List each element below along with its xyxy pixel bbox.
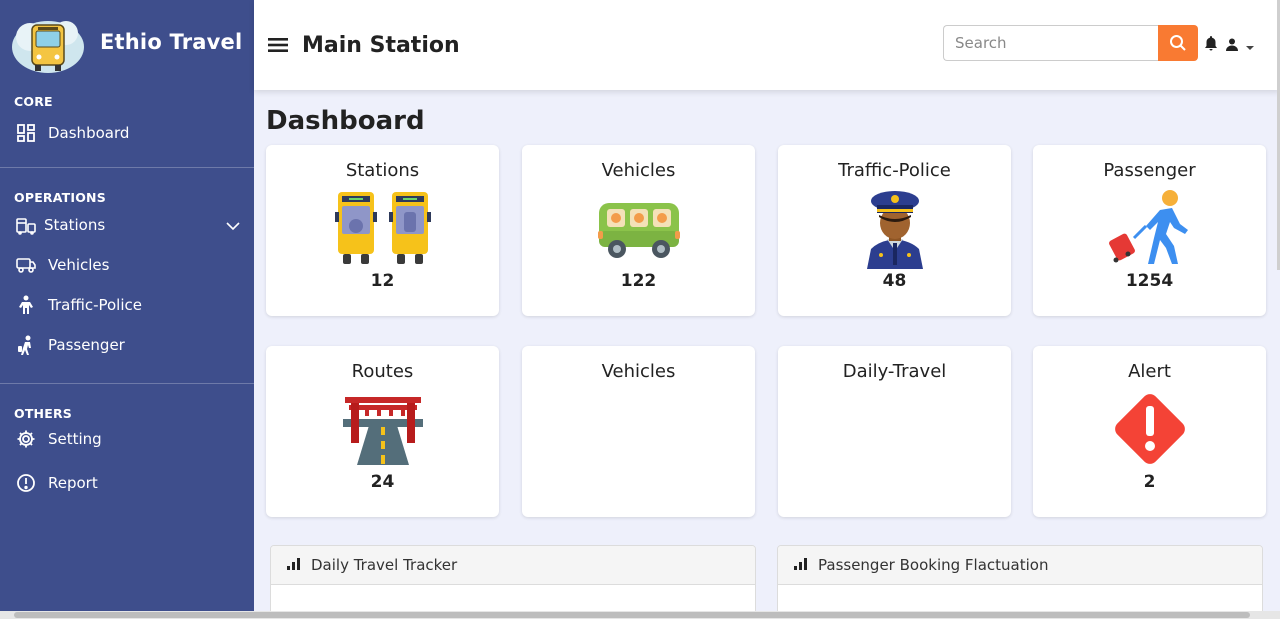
sidebar-item-label: Traffic-Police <box>48 296 142 314</box>
chevron-down-icon[interactable] <box>226 217 240 235</box>
card-title: Routes <box>351 361 414 382</box>
sidebar-item-label: Report <box>48 474 98 492</box>
police-icon <box>14 293 38 317</box>
sidebar-item-report[interactable]: Report <box>0 463 254 503</box>
card-title: Traffic-Police <box>838 160 951 181</box>
daily-travel-tracker-panel: Daily Travel Tracker <box>270 545 756 615</box>
bar-chart-icon <box>287 556 301 574</box>
brand[interactable]: Ethio Travel <box>0 0 254 84</box>
card-title: Passenger <box>1103 160 1196 181</box>
dashboard-icon <box>14 121 38 145</box>
sidebar-item-label: Setting <box>48 430 102 448</box>
card-value: 24 <box>370 472 395 492</box>
bar-chart-icon <box>794 556 808 574</box>
sidebar-item-vehicles[interactable]: Vehicles <box>0 245 254 285</box>
hamburger-menu-icon[interactable] <box>266 33 290 57</box>
info-icon <box>14 471 38 495</box>
card-title: Alert <box>1128 361 1171 382</box>
user-icon[interactable] <box>1226 36 1238 55</box>
scrollbar-thumb[interactable] <box>14 612 1250 618</box>
sidebar-item-traffic-police[interactable]: Traffic-Police <box>0 285 254 325</box>
card-title: Daily-Travel <box>842 361 947 382</box>
search-bar <box>943 25 1198 61</box>
search-button[interactable] <box>1158 25 1198 61</box>
horizontal-scrollbar[interactable] <box>0 611 1280 619</box>
stat-card-traffic-police[interactable]: Traffic-Police 48 <box>778 145 1011 316</box>
stat-card-passenger[interactable]: Passenger 1254 <box>1033 145 1266 316</box>
card-value: 48 <box>882 271 907 291</box>
sidebar-item-label: Dashboard <box>48 124 130 142</box>
traveler-icon <box>1033 187 1266 269</box>
topbar-icons <box>1204 35 1254 55</box>
stat-card-routes[interactable]: Routes 24 <box>266 346 499 517</box>
sidebar-item-label: Stations <box>44 216 106 234</box>
card-title: Vehicles <box>601 160 676 181</box>
divider <box>0 167 254 168</box>
page-title: Main Station <box>302 32 460 58</box>
section-heading-operations: OPERATIONS <box>14 190 106 205</box>
sidebar-item-label: Vehicles <box>48 256 110 274</box>
station-icon <box>14 213 38 237</box>
card-value: 12 <box>370 271 395 291</box>
brand-title: Ethio Travel <box>100 30 243 54</box>
stat-card-vehicles-2[interactable]: Vehicles <box>522 346 755 517</box>
panel-header: Passenger Booking Flactuation <box>778 546 1262 585</box>
card-value: 122 <box>620 271 657 291</box>
search-icon <box>1170 35 1186 51</box>
card-value: 2 <box>1143 472 1156 492</box>
stat-card-alert[interactable]: Alert 2 <box>1033 346 1266 517</box>
sidebar-item-setting[interactable]: Setting <box>0 419 254 459</box>
topbar: Main Station <box>254 0 1280 90</box>
divider <box>0 383 254 384</box>
search-input[interactable] <box>943 25 1158 61</box>
police-officer-icon <box>778 187 1011 269</box>
bus-logo-icon <box>8 7 88 77</box>
card-title: Vehicles <box>601 361 676 382</box>
gear-icon <box>14 427 38 451</box>
alert-icon <box>1033 388 1266 470</box>
passenger-icon <box>14 333 38 357</box>
stat-card-vehicles[interactable]: Vehicles 122 <box>522 145 755 316</box>
panel-title: Passenger Booking Flactuation <box>818 556 1049 574</box>
bus-station-icon <box>266 187 499 269</box>
stat-card-daily-travel[interactable]: Daily-Travel <box>778 346 1011 517</box>
passenger-booking-panel: Passenger Booking Flactuation <box>777 545 1263 615</box>
sidebar-item-stations[interactable]: Stations <box>0 205 254 245</box>
section-heading-core: CORE <box>14 94 53 109</box>
bus-icon <box>522 187 755 269</box>
stat-card-stations[interactable]: Stations 12 <box>266 145 499 316</box>
bell-icon[interactable] <box>1204 35 1218 55</box>
sidebar-item-label: Passenger <box>48 336 125 354</box>
sidebar: Ethio Travel CORE Dashboard OPERATIONS S… <box>0 0 254 611</box>
dashboard-title: Dashboard <box>266 106 425 136</box>
road-gate-icon <box>266 388 499 470</box>
sidebar-item-dashboard[interactable]: Dashboard <box>0 113 254 153</box>
panel-header: Daily Travel Tracker <box>271 546 755 585</box>
card-title: Stations <box>345 160 420 181</box>
panel-title: Daily Travel Tracker <box>311 556 458 574</box>
sidebar-item-passenger[interactable]: Passenger <box>0 325 254 365</box>
card-value: 1254 <box>1125 271 1174 291</box>
caret-down-icon[interactable] <box>1246 36 1254 55</box>
car-icon <box>14 253 38 277</box>
